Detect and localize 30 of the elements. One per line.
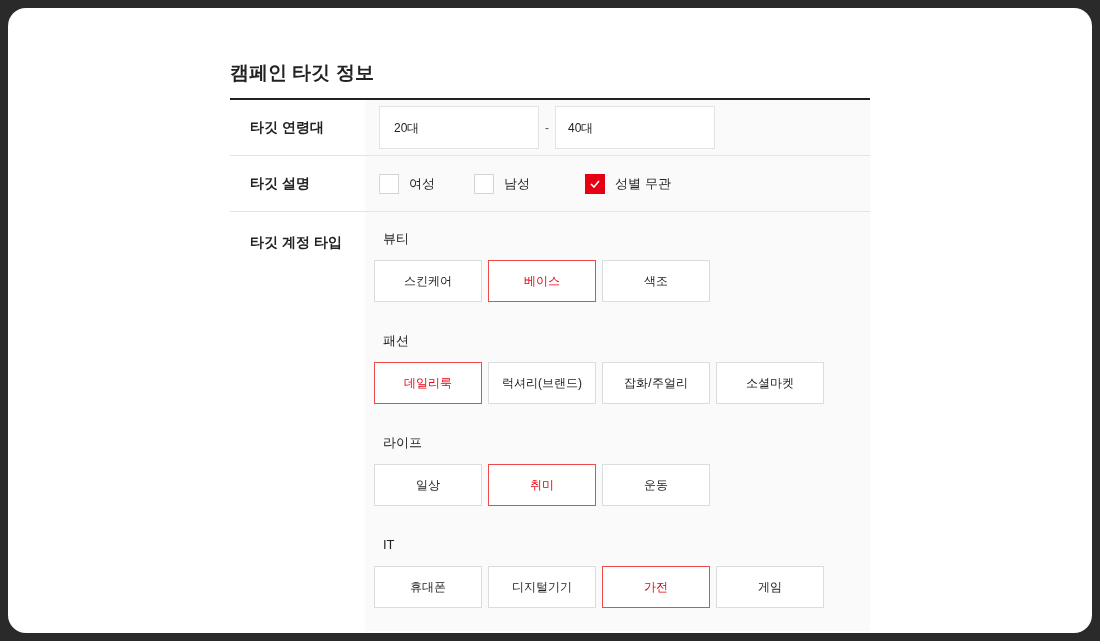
- checkbox[interactable]: [585, 173, 605, 194]
- category-option[interactable]: 색조: [602, 260, 710, 302]
- field-label: 타깃 연령대: [250, 118, 324, 137]
- checkbox-label: 남성: [504, 174, 530, 193]
- category-option[interactable]: 잡화/주얼리: [602, 362, 710, 404]
- age-to-field[interactable]: 40대: [555, 106, 715, 149]
- category-option[interactable]: 취미: [488, 464, 596, 506]
- field-label: 타깃 설명: [250, 174, 310, 193]
- age-from-field[interactable]: 20대: [379, 106, 539, 149]
- category-option[interactable]: 스킨케어: [374, 260, 482, 302]
- category-option[interactable]: 베이스: [488, 260, 596, 302]
- category-heading: 라이프: [382, 434, 422, 452]
- category-option[interactable]: 가전: [602, 566, 710, 608]
- checkbox-label: 성별 무관: [615, 174, 671, 193]
- category-option[interactable]: 게임: [716, 566, 824, 608]
- category-option[interactable]: 일상: [374, 464, 482, 506]
- category-option[interactable]: 운동: [602, 464, 710, 506]
- category-option[interactable]: 디지털기기: [488, 566, 596, 608]
- category-option[interactable]: 데일리룩: [374, 362, 482, 404]
- range-separator: -: [545, 119, 549, 137]
- category-option[interactable]: 소셜마켓: [716, 362, 824, 404]
- field-label: 타깃 계정 타입: [250, 234, 342, 250]
- category-heading: 뷰티: [382, 230, 409, 248]
- section-title: 캠페인 타깃 정보: [230, 61, 374, 85]
- checkbox-label: 여성: [409, 174, 435, 193]
- check-icon: [590, 179, 600, 188]
- category-heading: 패션: [382, 332, 409, 350]
- category-option[interactable]: 럭셔리(브랜드): [488, 362, 596, 404]
- category-heading: IT: [382, 536, 395, 554]
- category-option[interactable]: 휴대폰: [374, 566, 482, 608]
